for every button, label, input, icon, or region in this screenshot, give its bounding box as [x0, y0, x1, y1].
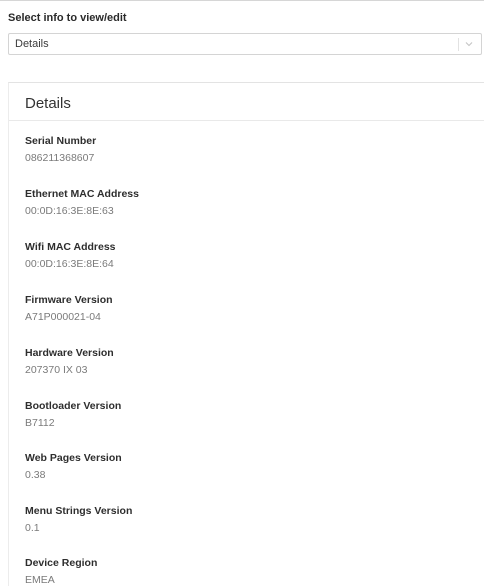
select-value: Details: [15, 38, 49, 50]
field-value: 086211368607: [25, 152, 95, 164]
field-label: Ethernet MAC Address: [25, 188, 139, 200]
field-label: Hardware Version: [25, 347, 114, 359]
select-divider: [458, 38, 459, 51]
field-label: Menu Strings Version: [25, 505, 133, 517]
field-value: 207370 IX 03: [25, 364, 88, 376]
field-value: 00:0D:16:3E:8E:64: [25, 258, 114, 270]
field-label: Serial Number: [25, 135, 97, 147]
top-divider: [0, 0, 484, 1]
field-label: Web Pages Version: [25, 452, 122, 464]
field-value: 0.38: [25, 469, 46, 481]
field-firmware-version: Firmware Version A71P000021-04: [25, 294, 113, 324]
field-device-region: Device Region EMEA: [25, 557, 97, 587]
panel-title-divider: [9, 120, 484, 121]
field-wifi-mac: Wifi MAC Address 00:0D:16:3E:8E:64: [25, 241, 116, 271]
select-label: Select info to view/edit: [8, 12, 127, 24]
field-bootloader-version: Bootloader Version B7112: [25, 400, 121, 430]
field-serial-number: Serial Number 086211368607: [25, 135, 96, 165]
chevron-down-icon[interactable]: [464, 38, 474, 50]
field-ethernet-mac: Ethernet MAC Address 00:0D:16:3E:8E:63: [25, 188, 139, 218]
info-select-dropdown[interactable]: Details: [8, 33, 482, 55]
field-value: EMEA: [25, 574, 55, 586]
field-label: Device Region: [25, 557, 98, 569]
field-web-pages-version: Web Pages Version 0.38: [25, 452, 122, 482]
panel-title: Details: [25, 95, 71, 112]
field-label: Wifi MAC Address: [25, 241, 116, 253]
field-value: 00:0D:16:3E:8E:63: [25, 205, 114, 217]
field-value: 0.1: [25, 522, 40, 534]
field-label: Bootloader Version: [25, 400, 122, 412]
field-label: Firmware Version: [25, 294, 113, 306]
details-panel: Details Serial Number 086211368607 Ether…: [8, 82, 484, 586]
field-value: B7112: [25, 417, 55, 429]
field-hardware-version: Hardware Version 207370 IX 03: [25, 347, 114, 377]
field-value: A71P000021-04: [25, 311, 101, 323]
field-menu-strings-version: Menu Strings Version 0.1: [25, 505, 132, 535]
